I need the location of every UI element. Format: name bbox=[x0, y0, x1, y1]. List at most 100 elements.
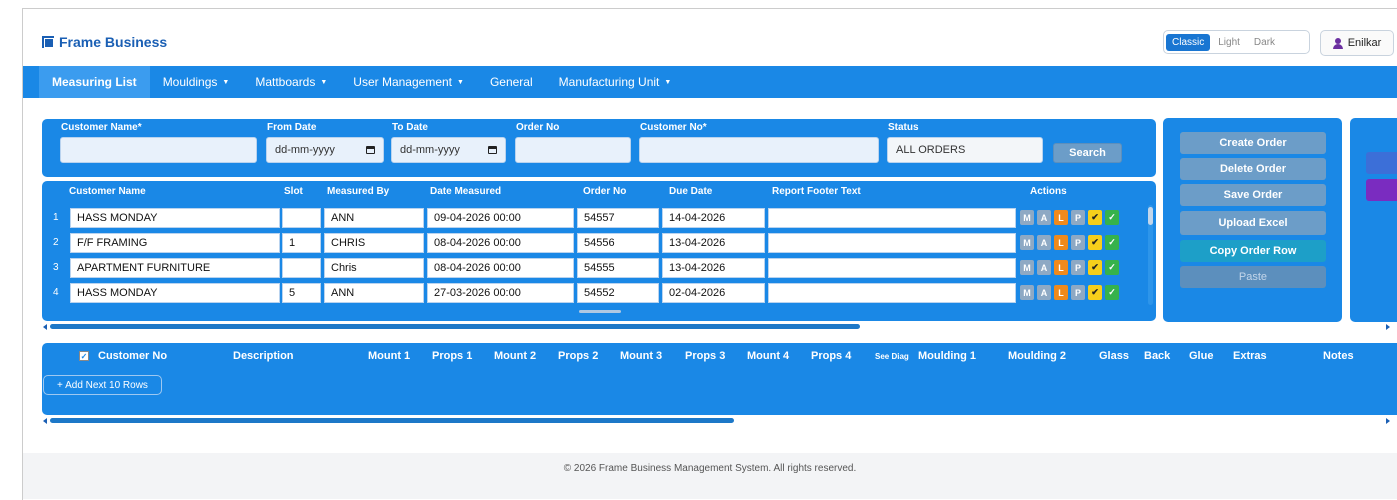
add-next-rows-button[interactable]: + Add Next 10 Rows bbox=[43, 375, 162, 395]
date-measured-cell[interactable]: 27-03-2026 00:00 bbox=[427, 283, 574, 303]
action-m-button[interactable]: M bbox=[1020, 260, 1034, 275]
complete-check-icon[interactable]: ✓ bbox=[1105, 260, 1119, 275]
nav-mouldings[interactable]: Mouldings ▼ bbox=[150, 66, 243, 98]
resize-grip[interactable] bbox=[579, 310, 621, 313]
approve-check-icon[interactable]: ✔ bbox=[1088, 210, 1102, 225]
nav-label: Measuring List bbox=[52, 75, 137, 89]
vertical-scrollbar[interactable] bbox=[1148, 205, 1153, 305]
action-m-button[interactable]: M bbox=[1020, 235, 1034, 250]
report-footer-cell[interactable] bbox=[768, 233, 1016, 253]
customer-cell[interactable]: HASS MONDAY bbox=[70, 283, 280, 303]
approve-check-icon[interactable]: ✔ bbox=[1088, 260, 1102, 275]
order-no-cell[interactable]: 54557 bbox=[577, 208, 659, 228]
delete-order-button[interactable]: Delete Order bbox=[1180, 158, 1326, 180]
select-all-checkbox[interactable]: ✓ bbox=[79, 351, 89, 361]
measured-by-cell[interactable]: Chris bbox=[324, 258, 424, 278]
report-footer-cell[interactable] bbox=[768, 258, 1016, 278]
measured-by-cell[interactable]: CHRIS bbox=[324, 233, 424, 253]
save-order-button[interactable]: Save Order bbox=[1180, 184, 1326, 206]
customer-cell[interactable]: APARTMENT FURNITURE bbox=[70, 258, 280, 278]
scroll-left-arrow-icon[interactable] bbox=[43, 324, 47, 330]
purple-action-button[interactable] bbox=[1366, 179, 1397, 201]
measured-by-cell[interactable]: ANN bbox=[324, 208, 424, 228]
order-no-cell[interactable]: 54552 bbox=[577, 283, 659, 303]
nav-user-management[interactable]: User Management ▼ bbox=[340, 66, 477, 98]
customer-no-input[interactable] bbox=[639, 137, 879, 163]
order-no-input[interactable] bbox=[515, 137, 631, 163]
date-measured-cell[interactable]: 08-04-2026 00:00 bbox=[427, 233, 574, 253]
brand-title: Frame Business bbox=[59, 34, 168, 50]
horizontal-scrollbar[interactable] bbox=[50, 324, 860, 329]
scroll-left-arrow-icon[interactable] bbox=[43, 418, 47, 424]
calendar-icon[interactable] bbox=[366, 146, 375, 154]
complete-check-icon[interactable]: ✓ bbox=[1105, 235, 1119, 250]
action-p-button[interactable]: P bbox=[1071, 285, 1085, 300]
nav-manufacturing-unit[interactable]: Manufacturing Unit ▼ bbox=[546, 66, 685, 98]
action-a-button[interactable]: A bbox=[1037, 235, 1051, 250]
action-l-button[interactable]: L bbox=[1054, 235, 1068, 250]
action-l-button[interactable]: L bbox=[1054, 260, 1068, 275]
user-menu-button[interactable]: Enilkar bbox=[1320, 30, 1394, 56]
horizontal-scrollbar[interactable] bbox=[50, 418, 734, 423]
col-report-footer: Report Footer Text bbox=[772, 186, 861, 197]
scroll-right-arrow-icon[interactable] bbox=[1386, 418, 1390, 424]
approve-check-icon[interactable]: ✔ bbox=[1088, 235, 1102, 250]
action-l-button[interactable]: L bbox=[1054, 210, 1068, 225]
complete-check-icon[interactable]: ✓ bbox=[1105, 285, 1119, 300]
date-measured-cell[interactable]: 09-04-2026 00:00 bbox=[427, 208, 574, 228]
calendar-icon[interactable] bbox=[488, 146, 497, 154]
customer-cell[interactable]: HASS MONDAY bbox=[70, 208, 280, 228]
row-actions: M A L P ✔ ✓ bbox=[1020, 260, 1119, 275]
slot-cell[interactable]: 1 bbox=[282, 233, 321, 253]
theme-light-button[interactable]: Light bbox=[1212, 34, 1246, 51]
blue-action-button[interactable] bbox=[1366, 152, 1397, 174]
action-a-button[interactable]: A bbox=[1037, 210, 1051, 225]
table-row: 2 F/F FRAMING 1 CHRIS 08-04-2026 00:00 5… bbox=[42, 232, 1156, 254]
action-a-button[interactable]: A bbox=[1037, 285, 1051, 300]
due-date-cell[interactable]: 13-04-2026 bbox=[662, 258, 765, 278]
theme-dark-button[interactable]: Dark bbox=[1248, 34, 1281, 51]
complete-check-icon[interactable]: ✓ bbox=[1105, 210, 1119, 225]
slot-cell[interactable] bbox=[282, 208, 321, 228]
report-footer-cell[interactable] bbox=[768, 283, 1016, 303]
measured-by-cell[interactable]: ANN bbox=[324, 283, 424, 303]
paste-button[interactable]: Paste bbox=[1180, 266, 1326, 288]
due-date-cell[interactable]: 02-04-2026 bbox=[662, 283, 765, 303]
brand[interactable]: Frame Business bbox=[42, 34, 167, 50]
order-no-cell[interactable]: 54556 bbox=[577, 233, 659, 253]
date-measured-cell[interactable]: 08-04-2026 00:00 bbox=[427, 258, 574, 278]
theme-classic-button[interactable]: Classic bbox=[1166, 33, 1211, 51]
to-date-input[interactable]: dd-mm-yyyy bbox=[391, 137, 506, 163]
action-p-button[interactable]: P bbox=[1071, 260, 1085, 275]
customer-name-input[interactable] bbox=[60, 137, 257, 163]
nav-measuring-list[interactable]: Measuring List bbox=[39, 66, 150, 98]
due-date-cell[interactable]: 13-04-2026 bbox=[662, 233, 765, 253]
order-no-cell[interactable]: 54555 bbox=[577, 258, 659, 278]
col-moulding-2: Moulding 2 bbox=[1008, 350, 1067, 362]
report-footer-cell[interactable] bbox=[768, 208, 1016, 228]
action-m-button[interactable]: M bbox=[1020, 285, 1034, 300]
action-p-button[interactable]: P bbox=[1071, 235, 1085, 250]
copy-order-row-button[interactable]: Copy Order Row bbox=[1180, 240, 1326, 262]
nav-mattboards[interactable]: Mattboards ▼ bbox=[242, 66, 340, 98]
nav-label: General bbox=[489, 75, 533, 89]
approve-check-icon[interactable]: ✔ bbox=[1088, 285, 1102, 300]
status-select[interactable]: ALL ORDERS bbox=[887, 137, 1043, 163]
nav-general[interactable]: General bbox=[477, 66, 546, 98]
orders-table: Customer Name Slot Measured By Date Meas… bbox=[42, 181, 1156, 321]
slot-cell[interactable]: 5 bbox=[282, 283, 321, 303]
action-a-button[interactable]: A bbox=[1037, 260, 1051, 275]
action-m-button[interactable]: M bbox=[1020, 210, 1034, 225]
slot-cell[interactable] bbox=[282, 258, 321, 278]
scroll-right-arrow-icon[interactable] bbox=[1386, 324, 1390, 330]
due-date-cell[interactable]: 14-04-2026 bbox=[662, 208, 765, 228]
copyright-text: © 2026 Frame Business Management System.… bbox=[563, 463, 857, 474]
customer-cell[interactable]: F/F FRAMING bbox=[70, 233, 280, 253]
create-order-button[interactable]: Create Order bbox=[1180, 132, 1326, 154]
action-l-button[interactable]: L bbox=[1054, 285, 1068, 300]
scrollbar-thumb[interactable] bbox=[1148, 207, 1153, 225]
from-date-input[interactable]: dd-mm-yyyy bbox=[266, 137, 384, 163]
action-p-button[interactable]: P bbox=[1071, 210, 1085, 225]
upload-excel-button[interactable]: Upload Excel bbox=[1180, 211, 1326, 235]
search-button[interactable]: Search bbox=[1053, 143, 1122, 163]
